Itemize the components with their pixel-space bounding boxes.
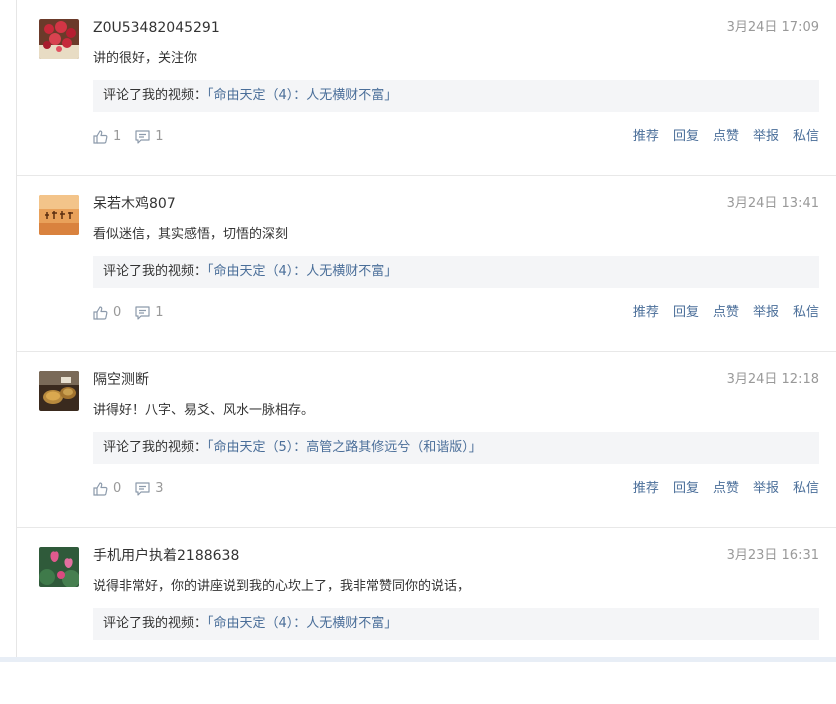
like-stat[interactable]: 0: [93, 479, 121, 499]
comment-item: 隔空测断 3月24日 12:18 讲得好！八字、易爻、风水一脉相存。 评论了我的…: [17, 352, 836, 528]
comment-actions: 推荐 回复 点赞 举报 私信: [619, 127, 819, 147]
comment-text: 看似迷信，其实感悟，切悟的深刻: [93, 227, 289, 242]
avatar[interactable]: [39, 19, 79, 59]
like-count: 0: [113, 305, 122, 320]
comment-actions: 推荐 回复 点赞 举报 私信: [619, 479, 819, 499]
username[interactable]: Z0U53482045291: [93, 19, 220, 37]
comment-item: 呆若木鸡807 3月24日 13:41 看似迷信，其实感悟，切悟的深刻 评论了我…: [17, 176, 836, 352]
like-stat[interactable]: 1: [93, 127, 121, 147]
comment-icon: [135, 482, 150, 496]
video-quote: 评论了我的视频：「命由天定（4）：人无横财不富」: [93, 80, 819, 112]
timestamp: 3月24日 12:18: [726, 372, 819, 387]
reply-button[interactable]: 回复: [673, 127, 699, 147]
username[interactable]: 呆若木鸡807: [93, 195, 176, 213]
comment-icon: [135, 306, 150, 320]
comment-item: Z0U53482045291 3月24日 17:09 讲的很好，关注你 评论了我…: [17, 0, 836, 176]
reply-count: 1: [155, 305, 164, 320]
reply-count: 3: [155, 481, 164, 496]
thumbs-up-icon: [93, 482, 108, 496]
bottom-strip: [0, 657, 836, 662]
avatar[interactable]: [39, 547, 79, 587]
report-button[interactable]: 举报: [753, 303, 779, 323]
timestamp: 3月24日 13:41: [726, 196, 819, 211]
timestamp: 3月24日 17:09: [726, 20, 819, 35]
coins-avatar-icon: [39, 371, 79, 411]
reply-stat[interactable]: 1: [135, 127, 164, 147]
stats: 0 1: [93, 303, 178, 323]
report-button[interactable]: 举报: [753, 127, 779, 147]
video-link[interactable]: 「命由天定（4）：人无横财不富」: [207, 88, 397, 103]
stats: 0 3: [93, 479, 178, 499]
quote-prefix: 评论了我的视频：: [103, 616, 208, 631]
video-link[interactable]: 「命由天定（4）：人无横财不富」: [207, 264, 397, 279]
stats: 1 1: [93, 127, 178, 147]
like-button[interactable]: 点赞: [713, 479, 739, 499]
video-quote: 评论了我的视频：「命由天定（5）：高管之路其修远兮（和谐版）」: [93, 432, 819, 464]
avatar[interactable]: [39, 371, 79, 411]
report-button[interactable]: 举报: [753, 479, 779, 499]
comment-text: 说得非常好，你的讲座说到我的心坎上了，我非常赞同你的说话，: [93, 579, 471, 594]
username[interactable]: 隔空测断: [93, 371, 149, 389]
recommend-button[interactable]: 推荐: [633, 127, 659, 147]
reply-stat[interactable]: 3: [135, 479, 164, 499]
like-count: 0: [113, 481, 122, 496]
recommend-button[interactable]: 推荐: [633, 303, 659, 323]
calligraphy-avatar-icon: [39, 195, 79, 235]
red-flowers-avatar-icon: [39, 19, 79, 59]
video-quote: 评论了我的视频：「命由天定（4）：人无横财不富」: [93, 256, 819, 288]
comment-icon: [135, 130, 150, 144]
quote-prefix: 评论了我的视频：: [103, 264, 208, 279]
reply-stat[interactable]: 1: [135, 303, 164, 323]
thumbs-up-icon: [93, 306, 108, 320]
comment-item: 手机用户执着2188638 3月23日 16:31 说得非常好，你的讲座说到我的…: [17, 528, 836, 704]
like-count: 1: [113, 129, 122, 144]
video-link[interactable]: 「命由天定（4）：人无横财不富」: [207, 616, 397, 631]
recommend-button[interactable]: 推荐: [633, 479, 659, 499]
reply-count: 1: [155, 129, 164, 144]
video-link[interactable]: 「命由天定（5）：高管之路其修远兮（和谐版）」: [207, 440, 482, 455]
thumbs-up-icon: [93, 130, 108, 144]
message-button[interactable]: 私信: [793, 127, 819, 147]
lotus-avatar-icon: [39, 547, 79, 587]
video-quote: 评论了我的视频：「命由天定（4）：人无横财不富」: [93, 608, 819, 640]
like-button[interactable]: 点赞: [713, 303, 739, 323]
avatar[interactable]: [39, 195, 79, 235]
quote-prefix: 评论了我的视频：: [103, 440, 208, 455]
message-button[interactable]: 私信: [793, 479, 819, 499]
quote-prefix: 评论了我的视频：: [103, 88, 208, 103]
reply-button[interactable]: 回复: [673, 479, 699, 499]
comment-text: 讲的很好，关注你: [93, 51, 198, 66]
reply-button[interactable]: 回复: [673, 303, 699, 323]
comment-actions: 推荐 回复 点赞 举报 私信: [619, 303, 819, 323]
like-stat[interactable]: 0: [93, 303, 121, 323]
comment-text: 讲得好！八字、易爻、风水一脉相存。: [93, 403, 315, 418]
username[interactable]: 手机用户执着2188638: [93, 547, 239, 565]
like-button[interactable]: 点赞: [713, 127, 739, 147]
message-button[interactable]: 私信: [793, 303, 819, 323]
timestamp: 3月23日 16:31: [726, 548, 819, 563]
